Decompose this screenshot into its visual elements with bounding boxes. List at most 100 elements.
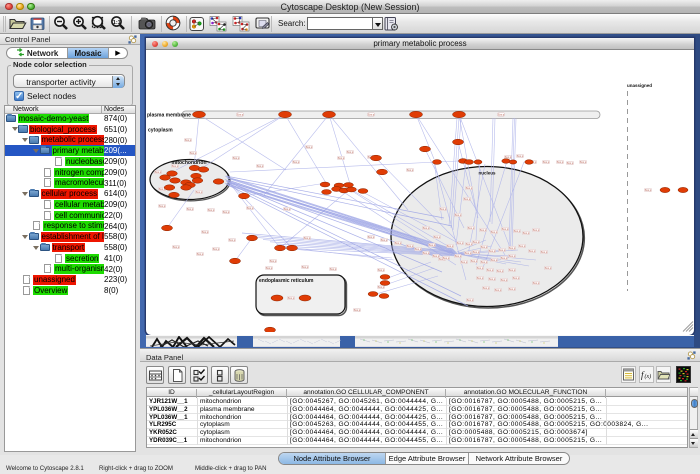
svg-text:Sxx p: Sxx p — [302, 265, 309, 269]
svg-text:Sxx p: Sxx p — [567, 161, 574, 165]
svg-text:Sxx p: Sxx p — [499, 248, 506, 252]
svg-text:Sxx p: Sxx p — [266, 266, 273, 270]
svg-text:Sxx p: Sxx p — [455, 213, 462, 217]
svg-text:Sxx p: Sxx p — [415, 247, 422, 251]
svg-text:Sxx p: Sxx p — [533, 228, 540, 232]
svg-text:Sxx p: Sxx p — [443, 256, 450, 260]
svg-text:Sxx p: Sxx p — [461, 260, 468, 264]
svg-text:Sxx p: Sxx p — [338, 156, 345, 160]
svg-text:Sxx p: Sxx p — [381, 238, 388, 242]
svg-text:Sxx p: Sxx p — [483, 286, 490, 290]
svg-text:Sxx p: Sxx p — [466, 186, 473, 190]
svg-text:Sxx p: Sxx p — [497, 269, 504, 273]
svg-text:Sxx p: Sxx p — [223, 210, 230, 214]
svg-text:Sxx p: Sxx p — [423, 226, 430, 230]
svg-text:Sxx p: Sxx p — [543, 160, 550, 164]
svg-text:Sxx p: Sxx p — [196, 190, 203, 194]
svg-text:Sxx p: Sxx p — [213, 247, 220, 251]
svg-text:Sxx p: Sxx p — [491, 258, 498, 262]
svg-text:Sxx p: Sxx p — [257, 164, 264, 168]
svg-text:Sxx p: Sxx p — [514, 229, 521, 233]
svg-text:Sxx p: Sxx p — [513, 276, 520, 280]
svg-text:Sxx p: Sxx p — [173, 245, 180, 249]
svg-text:(x): (x) — [645, 373, 652, 380]
svg-text:Sxx p: Sxx p — [509, 268, 516, 272]
svg-text:Sxx p: Sxx p — [330, 267, 337, 271]
svg-text:Sxx p: Sxx p — [233, 156, 240, 160]
svg-text:Sxx p: Sxx p — [185, 138, 192, 142]
svg-text:Sxx p: Sxx p — [229, 238, 236, 242]
svg-text:Sxx p: Sxx p — [368, 235, 375, 239]
svg-text:Sxx p: Sxx p — [557, 160, 564, 164]
svg-text:Sxx p: Sxx p — [247, 206, 254, 210]
svg-text:Sxx p: Sxx p — [423, 251, 430, 255]
svg-text:Sxx p: Sxx p — [473, 240, 480, 244]
svg-text:Sxx p: Sxx p — [208, 208, 215, 212]
svg-text:Sxx p: Sxx p — [481, 245, 488, 249]
svg-text:Sxx p: Sxx p — [378, 285, 385, 289]
svg-text:Sxx p: Sxx p — [487, 268, 494, 272]
svg-text:Sxx p: Sxx p — [473, 250, 480, 254]
svg-text:Sxx p: Sxx p — [378, 268, 385, 272]
svg-text:Sxx p: Sxx p — [468, 226, 475, 230]
svg-text:Sxx p: Sxx p — [447, 244, 454, 248]
svg-text:Sxx p: Sxx p — [368, 113, 375, 117]
svg-text:Sxx p: Sxx p — [434, 235, 441, 239]
svg-text:Sxx p: Sxx p — [288, 296, 295, 300]
svg-text:Sxx p: Sxx p — [480, 228, 487, 232]
svg-text:Sxx p: Sxx p — [347, 150, 354, 154]
svg-text:Sxx p: Sxx p — [407, 244, 414, 248]
svg-text:Sxx p: Sxx p — [509, 246, 516, 250]
svg-text:Sxx p: Sxx p — [455, 254, 462, 258]
svg-text:Sxx p: Sxx p — [471, 259, 478, 263]
svg-text:Sxx p: Sxx p — [501, 278, 508, 282]
svg-text:Sxx p: Sxx p — [237, 113, 244, 117]
svg-text:Sxx p: Sxx p — [489, 277, 496, 281]
svg-text:plasma membrane: plasma membrane — [147, 113, 191, 119]
svg-text:Sxx p: Sxx p — [202, 230, 209, 234]
svg-text:Sxx p: Sxx p — [395, 241, 402, 245]
svg-text:Sxx p: Sxx p — [529, 249, 536, 253]
svg-text:Sxx p: Sxx p — [580, 160, 587, 164]
svg-text:Sxx p: Sxx p — [284, 207, 291, 211]
svg-text:Sxx p: Sxx p — [155, 170, 162, 174]
svg-text:mitochondrion: mitochondrion — [172, 160, 207, 166]
svg-text:Sxx p: Sxx p — [293, 160, 300, 164]
svg-text:Sxx p: Sxx p — [502, 227, 509, 231]
svg-text:Sxx p: Sxx p — [498, 113, 505, 117]
svg-text:Sxx p: Sxx p — [509, 254, 516, 258]
svg-text:Sxx p: Sxx p — [457, 241, 464, 245]
svg-text:Sxx p: Sxx p — [477, 276, 484, 280]
svg-text:Sxx p: Sxx p — [477, 266, 484, 270]
svg-text:1:1: 1:1 — [113, 20, 121, 26]
svg-text:Sxx p: Sxx p — [159, 204, 166, 208]
svg-text:Sxx p: Sxx p — [509, 287, 516, 291]
svg-text:Sxx p: Sxx p — [190, 151, 197, 155]
svg-text:Sxx p: Sxx p — [464, 197, 471, 201]
svg-text:cytoplasm: cytoplasm — [148, 128, 173, 134]
svg-text:Sxx p: Sxx p — [467, 298, 474, 302]
svg-text:Sxx p: Sxx p — [304, 236, 311, 240]
svg-text:unassigned: unassigned — [627, 83, 652, 88]
svg-text:Sxx p: Sxx p — [495, 288, 502, 292]
svg-text:Sxx p: Sxx p — [407, 168, 414, 172]
svg-text:Sxx p: Sxx p — [306, 145, 313, 149]
svg-text:Sxx p: Sxx p — [491, 230, 498, 234]
svg-text:endoplasmic reticulum: endoplasmic reticulum — [259, 278, 314, 284]
svg-text:Sxx p: Sxx p — [645, 188, 652, 192]
svg-text:Sxx p: Sxx p — [429, 243, 436, 247]
svg-text:Sxx p: Sxx p — [533, 281, 540, 285]
svg-text:Sxx p: Sxx p — [465, 251, 472, 255]
svg-text:Sxx p: Sxx p — [270, 259, 277, 263]
svg-text:Sxx p: Sxx p — [489, 249, 496, 253]
svg-text:Sxx p: Sxx p — [354, 308, 361, 312]
svg-text:Sxx p: Sxx p — [501, 256, 508, 260]
svg-text:Sxx p: Sxx p — [187, 207, 194, 211]
svg-text:Sxx p: Sxx p — [541, 250, 548, 254]
svg-text:Sxx p: Sxx p — [517, 154, 524, 158]
svg-text:Sxx p: Sxx p — [523, 231, 530, 235]
svg-text:Sxx p: Sxx p — [440, 207, 447, 211]
svg-text:Sxx p: Sxx p — [545, 266, 552, 270]
svg-text:nucleus: nucleus — [478, 171, 496, 176]
svg-text:Sxx p: Sxx p — [197, 252, 204, 256]
